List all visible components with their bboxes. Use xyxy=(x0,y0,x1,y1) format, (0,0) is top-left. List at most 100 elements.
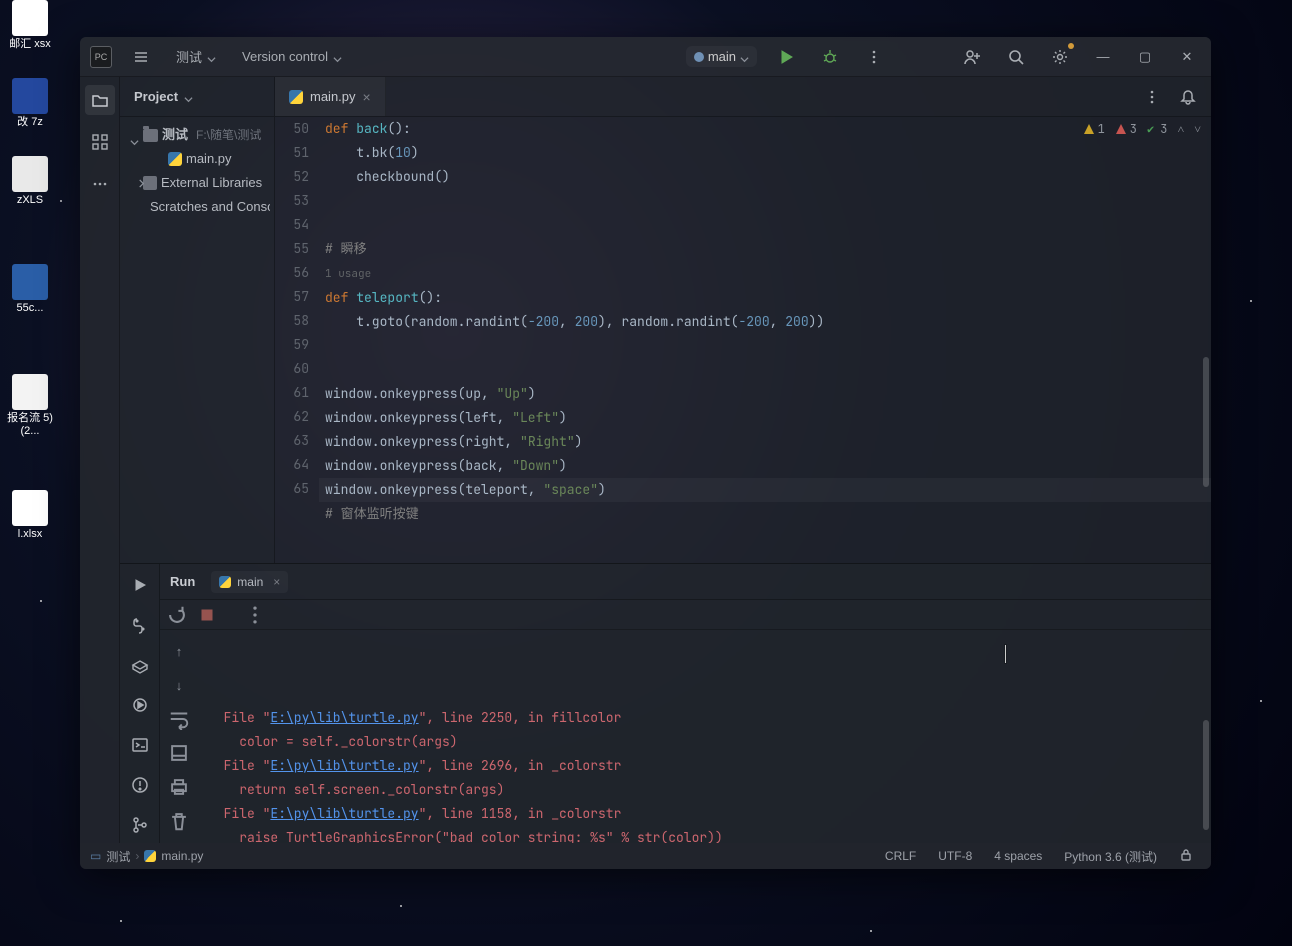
ide-window: PC 测试 Version control main xyxy=(80,37,1211,869)
code-line[interactable]: def back(): xyxy=(319,117,1211,141)
project-root-node[interactable]: 测试 F:\随笔\测试 xyxy=(124,123,270,147)
run-config-selector[interactable]: main xyxy=(686,46,757,67)
code-line[interactable]: window.onkeypress(left, "Left") xyxy=(319,406,1211,430)
settings-button[interactable] xyxy=(1045,42,1075,72)
tab-list-button[interactable] xyxy=(1137,82,1167,112)
code-editor[interactable]: 1 3 ✔︎3 ˄ ˅ 5051525354555657585960616263… xyxy=(275,117,1211,563)
tree-file-mainpy[interactable]: main.py xyxy=(124,147,270,171)
python-packages-button[interactable] xyxy=(125,650,155,680)
desktop-icon[interactable]: 改 7z xyxy=(0,78,60,129)
project-toolwindow-button[interactable] xyxy=(85,85,115,115)
run-tab-main[interactable]: main × xyxy=(211,571,288,593)
structure-toolwindow-button[interactable] xyxy=(85,127,115,157)
close-tab-button[interactable]: × xyxy=(363,90,371,104)
chevron-right-icon xyxy=(130,179,139,188)
notifications-button[interactable] xyxy=(1173,82,1203,112)
tree-node-path: F:\随笔\测试 xyxy=(196,123,261,147)
console-line: color = self._colorstr(args) xyxy=(208,730,1201,754)
window-close-button[interactable]: ✕ xyxy=(1173,43,1201,71)
python-file-icon xyxy=(219,576,231,588)
indent-setting[interactable]: 4 spaces xyxy=(986,849,1050,863)
scratches-node[interactable]: Scratches and Consoles xyxy=(124,195,270,219)
desktop-icon[interactable]: 报名流 5)(2... xyxy=(0,374,60,438)
search-everywhere-button[interactable] xyxy=(1001,42,1031,72)
soft-wrap-button[interactable] xyxy=(168,708,190,730)
desktop-icon-label: l.xlsx xyxy=(0,528,60,541)
console-line: File "E:\py\lib\turtle.py", line 2250, i… xyxy=(208,706,1201,730)
inspection-widget[interactable]: 1 3 ✔︎3 ˄ ˅ xyxy=(1079,117,1205,141)
close-run-tab-button[interactable]: × xyxy=(273,575,280,589)
window-maximize-button[interactable]: ▢ xyxy=(1131,43,1159,71)
code-line[interactable]: checkbound() xyxy=(319,165,1211,189)
scroll-to-end-button[interactable] xyxy=(168,742,190,764)
code-line[interactable] xyxy=(319,334,1211,358)
code-line[interactable]: window.onkeypress(teleport, "space") xyxy=(319,478,1211,502)
run-button[interactable] xyxy=(771,42,801,72)
run-more-button[interactable] xyxy=(244,604,266,626)
project-panel-header[interactable]: Project xyxy=(120,77,274,117)
code-with-me-button[interactable] xyxy=(957,42,987,72)
desktop-icon[interactable]: zXLS xyxy=(0,156,60,207)
run-toolbar xyxy=(160,600,1211,630)
chevron-down-icon xyxy=(207,52,216,61)
print-button[interactable] xyxy=(168,776,190,798)
stop-button[interactable] xyxy=(196,604,218,626)
code-line[interactable] xyxy=(319,213,1211,237)
python-console-button[interactable] xyxy=(125,610,155,640)
external-libraries-node[interactable]: External Libraries xyxy=(124,171,270,195)
scrollbar-thumb[interactable] xyxy=(1203,357,1209,487)
code-line[interactable]: window.onkeypress(right, "Right") xyxy=(319,430,1211,454)
scroll-up-button[interactable]: ↑ xyxy=(168,640,190,662)
code-line[interactable]: window.onkeypress(up, "Up") xyxy=(319,382,1211,406)
code-line[interactable]: t.bk(10) xyxy=(319,141,1211,165)
services-button[interactable] xyxy=(125,690,155,720)
weak-warning-count: 3 xyxy=(1160,117,1167,141)
code-content[interactable]: def back(): t.bk(10) checkbound() # 瞬移1 … xyxy=(319,117,1211,563)
more-toolwindows-button[interactable] xyxy=(85,169,115,199)
chevron-up-icon[interactable]: ˄ xyxy=(1177,117,1184,141)
code-line[interactable] xyxy=(319,358,1211,382)
editor-tab-mainpy[interactable]: main.py × xyxy=(275,77,386,116)
terminal-button[interactable] xyxy=(125,730,155,760)
project-panel-title: Project xyxy=(134,89,178,104)
rerun-button[interactable] xyxy=(166,604,188,626)
line-separator[interactable]: CRLF xyxy=(877,849,924,863)
main-menu-button[interactable] xyxy=(126,42,156,72)
console-output[interactable]: File "E:\py\lib\turtle.py", line 2250, i… xyxy=(198,630,1211,843)
problems-button[interactable] xyxy=(125,770,155,800)
debug-button[interactable] xyxy=(815,42,845,72)
desktop-icon[interactable]: 55c... xyxy=(0,264,60,315)
scroll-down-button[interactable]: ↓ xyxy=(168,674,190,696)
code-line[interactable]: # 瞬移 xyxy=(319,237,1211,261)
python-interpreter[interactable]: Python 3.6 (测试) xyxy=(1056,848,1165,865)
vcs-toolwindow-button[interactable] xyxy=(125,810,155,840)
clear-all-button[interactable] xyxy=(168,810,190,832)
text-cursor xyxy=(1005,645,1006,663)
desktop-icon[interactable]: 邮汇 xsx xyxy=(0,0,60,51)
code-line[interactable]: t.goto(random.randint(-200, 200), random… xyxy=(319,310,1211,334)
console-scrollbar-thumb[interactable] xyxy=(1203,720,1209,830)
run-toolwindow-button[interactable] xyxy=(125,570,155,600)
code-line[interactable]: def teleport(): xyxy=(319,286,1211,310)
file-encoding[interactable]: UTF-8 xyxy=(930,849,980,863)
vcs-label: Version control xyxy=(242,49,328,64)
desktop-icon[interactable]: l.xlsx xyxy=(0,490,60,541)
crumb-root: 测试 xyxy=(106,848,130,865)
code-line[interactable]: window.onkeypress(back, "Down") xyxy=(319,454,1211,478)
crumb-file: main.py xyxy=(161,849,203,863)
code-line[interactable]: # 窗体监听按键 xyxy=(319,502,1211,526)
code-line[interactable]: 1 usage xyxy=(319,261,1211,286)
bottom-toolwindow-rail xyxy=(120,564,160,843)
breadcrumb[interactable]: ▭ 测试 › main.py xyxy=(90,848,203,865)
read-only-toggle[interactable] xyxy=(1171,848,1201,865)
editor-scrollbar[interactable] xyxy=(1201,117,1211,563)
version-control-menu[interactable]: Version control xyxy=(236,45,348,68)
project-tree: 测试 F:\随笔\测试 main.py External Libraries xyxy=(120,117,274,225)
project-name: 测试 xyxy=(176,47,202,66)
chevron-down-icon[interactable]: ˅ xyxy=(1194,117,1201,141)
more-actions-button[interactable] xyxy=(859,42,889,72)
project-selector[interactable]: 测试 xyxy=(170,43,222,70)
code-line[interactable] xyxy=(319,189,1211,213)
window-minimize-button[interactable]: — xyxy=(1089,43,1117,71)
pycharm-logo-icon: PC xyxy=(90,46,112,68)
